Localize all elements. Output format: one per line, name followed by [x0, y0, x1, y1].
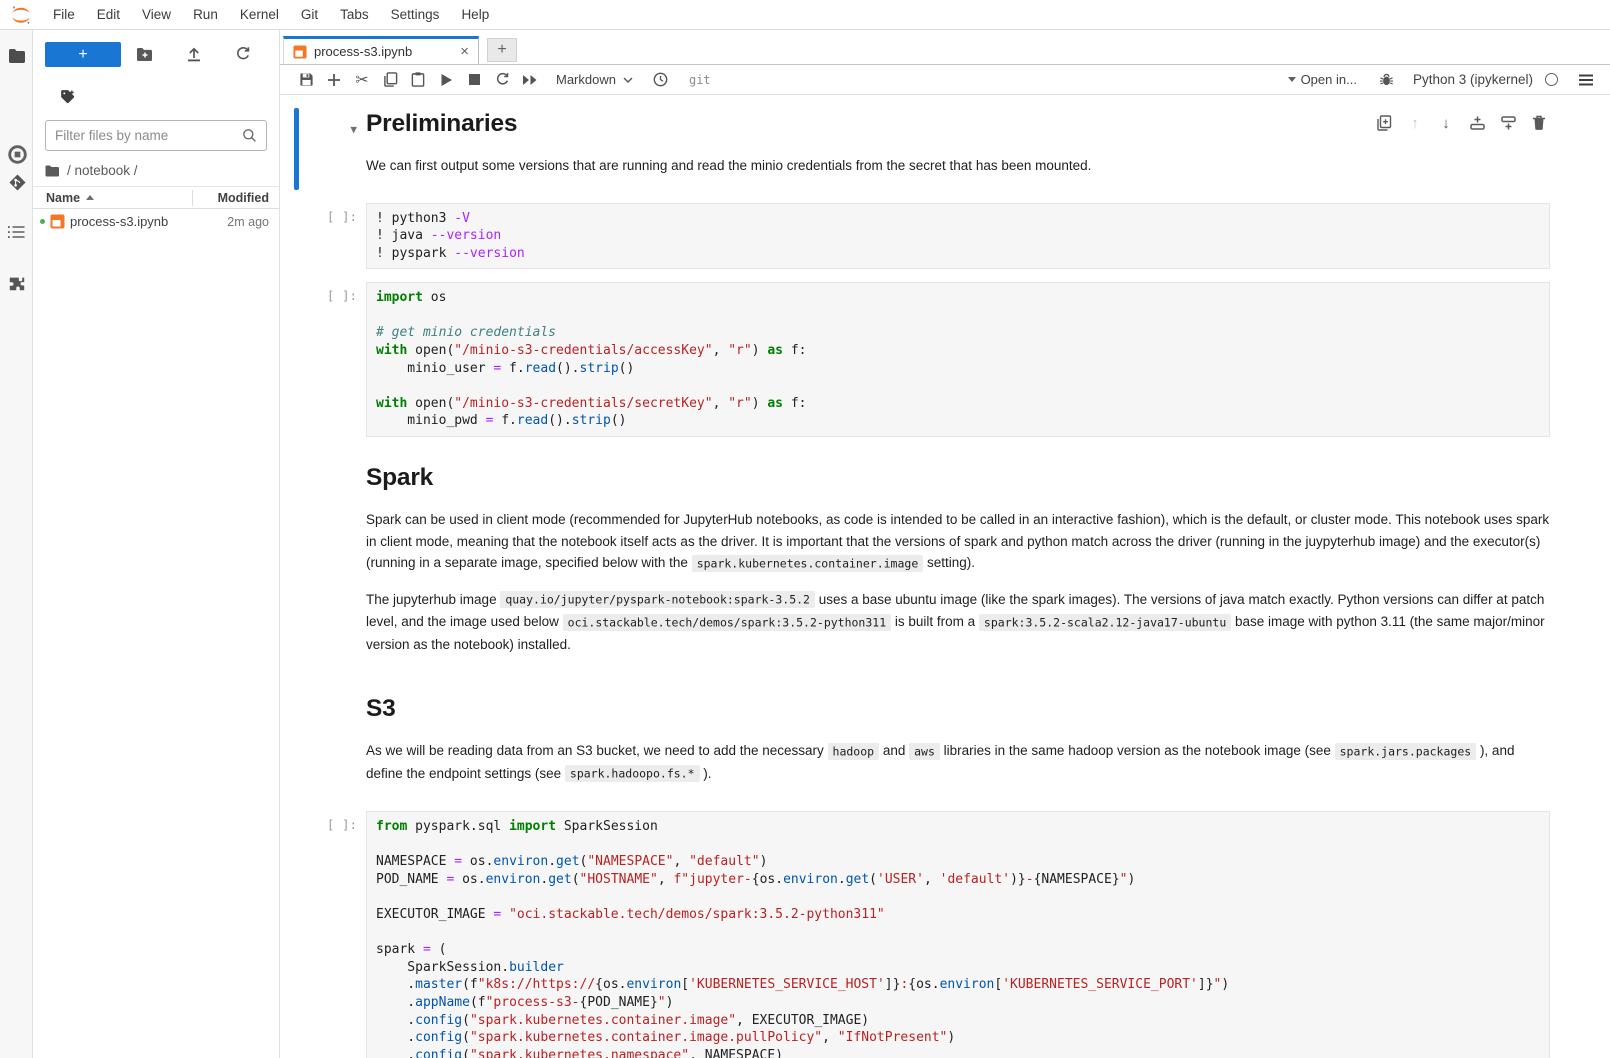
input-prompt: [ ]:	[299, 811, 366, 1058]
git-toolbar-label: git	[689, 73, 711, 87]
markdown-paragraph: The jupyterhub image quay.io/jupyter/pys…	[366, 589, 1550, 656]
heading-collapser-icon[interactable]: ▼	[299, 114, 357, 136]
running-sessions-icon[interactable]	[7, 144, 27, 164]
kernel-status-icon[interactable]	[1545, 73, 1558, 86]
code-editor[interactable]: ! python3 -V! java --version! pyspark --…	[366, 203, 1550, 270]
menu-git[interactable]: Git	[290, 7, 329, 22]
git-clone-icon[interactable]	[60, 89, 75, 104]
menu-tabs[interactable]: Tabs	[329, 7, 380, 22]
input-prompt: [ ]:	[299, 203, 366, 270]
file-browser-panel: + / notebook /	[33, 30, 280, 1058]
extension-manager-icon[interactable]	[7, 273, 27, 293]
new-tab-button[interactable]: +	[487, 38, 517, 62]
menu-run[interactable]: Run	[182, 7, 229, 22]
dropdown-caret-icon	[1288, 77, 1296, 82]
search-icon	[242, 128, 257, 143]
upload-button[interactable]	[170, 46, 219, 62]
notebook-toolbar: ✂ Markdown	[280, 65, 1610, 95]
insert-cell-button[interactable]	[320, 68, 348, 92]
menu-help[interactable]: Help	[450, 7, 500, 22]
kernel-running-dot	[40, 219, 45, 224]
markdown-cell-s3[interactable]: S3 As we will be reading data from an S3…	[280, 681, 1610, 798]
home-folder-icon	[45, 165, 60, 177]
code-editor[interactable]: from pyspark.sql import SparkSession NAM…	[366, 811, 1550, 1058]
input-prompt: [ ]:	[299, 282, 366, 437]
open-in-dropdown[interactable]: Open in...	[1288, 72, 1357, 87]
file-browser-icon[interactable]	[7, 46, 27, 66]
cell-toolbar: ↑ ↓	[1375, 114, 1548, 132]
save-button[interactable]	[292, 68, 320, 92]
tab-close-icon[interactable]: ×	[460, 44, 469, 59]
kernel-name[interactable]: Python 3 (ipykernel)	[1413, 72, 1533, 87]
file-name: process-s3.ipynb	[65, 214, 193, 229]
file-list-header: Name Modified	[33, 186, 279, 209]
file-modified: 2m ago	[193, 215, 279, 229]
breadcrumb-path: / notebook /	[67, 163, 138, 178]
tab-process-s3[interactable]: process-s3.ipynb ×	[283, 36, 479, 64]
filter-box	[45, 120, 267, 151]
filter-files-input[interactable]	[55, 128, 242, 143]
menu-file[interactable]: File	[42, 7, 86, 22]
code-editor[interactable]: import os # get minio credentialswith op…	[366, 282, 1550, 437]
activity-bar	[0, 30, 33, 1058]
section-heading-spark: Spark	[366, 464, 1550, 492]
menu-settings[interactable]: Settings	[380, 7, 451, 22]
notebook-file-icon	[50, 214, 65, 229]
new-launcher-button[interactable]: +	[45, 42, 121, 67]
history-clock-icon[interactable]	[647, 68, 675, 92]
jupyter-logo-icon	[8, 4, 34, 26]
code-cell-versions[interactable]: [ ]: ! python3 -V! java --version! pyspa…	[280, 203, 1610, 270]
new-folder-button[interactable]	[121, 47, 170, 62]
run-cell-button[interactable]	[432, 68, 460, 92]
interrupt-kernel-button[interactable]	[460, 68, 488, 92]
copy-cells-button[interactable]	[376, 68, 404, 92]
dock-tab-bar: process-s3.ipynb × +	[280, 33, 1610, 65]
markdown-cell-spark[interactable]: Spark Spark can be used in client mode (…	[280, 450, 1610, 668]
move-cell-up-icon[interactable]: ↑	[1406, 114, 1424, 132]
section-heading-preliminaries: Preliminaries	[366, 110, 1550, 138]
cut-cells-button[interactable]: ✂	[348, 68, 376, 92]
toolbar-overflow-menu-icon[interactable]	[1572, 68, 1600, 92]
refresh-button[interactable]	[218, 46, 267, 62]
duplicate-cell-icon[interactable]	[1375, 114, 1393, 132]
git-actions-row	[33, 84, 279, 108]
markdown-paragraph: As we will be reading data from an S3 bu…	[366, 740, 1550, 785]
menu-bar: File Edit View Run Kernel Git Tabs Setti…	[0, 0, 1610, 30]
delete-cell-icon[interactable]	[1530, 114, 1548, 132]
notebook-tab-icon	[293, 45, 307, 59]
menu-view[interactable]: View	[131, 7, 182, 22]
restart-kernel-button[interactable]	[488, 68, 516, 92]
git-icon[interactable]	[7, 172, 27, 192]
tab-label: process-s3.ipynb	[314, 44, 412, 59]
sort-ascending-icon	[86, 195, 94, 200]
insert-cell-below-icon[interactable]	[1499, 114, 1517, 132]
section-heading-s3: S3	[366, 695, 1550, 723]
insert-cell-above-icon[interactable]	[1468, 114, 1486, 132]
markdown-paragraph: Spark can be used in client mode (recomm…	[366, 509, 1550, 575]
column-header-modified[interactable]: Modified	[193, 191, 279, 205]
column-header-name[interactable]: Name	[33, 191, 192, 205]
cell-type-dropdown[interactable]: Markdown	[556, 72, 633, 87]
code-cell-minio-credentials[interactable]: [ ]: import os # get minio credentialswi…	[280, 282, 1610, 437]
debugger-bug-icon[interactable]	[1373, 68, 1401, 92]
move-cell-down-icon[interactable]: ↓	[1437, 114, 1455, 132]
paste-cells-button[interactable]	[404, 68, 432, 92]
markdown-paragraph: We can first output some versions that a…	[366, 155, 1550, 177]
cell-type-value: Markdown	[556, 72, 616, 87]
file-browser-toolbar: +	[33, 40, 279, 68]
file-row[interactable]: process-s3.ipynb 2m ago	[33, 209, 279, 234]
code-cell-spark-session[interactable]: [ ]: from pyspark.sql import SparkSessio…	[280, 811, 1610, 1058]
notebook-panel: ↑ ↓ ▼ Preliminaries	[280, 95, 1610, 1058]
restart-run-all-button[interactable]	[516, 68, 544, 92]
breadcrumb[interactable]: / notebook /	[33, 151, 279, 186]
table-of-contents-icon[interactable]	[7, 222, 27, 242]
menu-edit[interactable]: Edit	[86, 7, 131, 22]
menu-kernel[interactable]: Kernel	[229, 7, 290, 22]
